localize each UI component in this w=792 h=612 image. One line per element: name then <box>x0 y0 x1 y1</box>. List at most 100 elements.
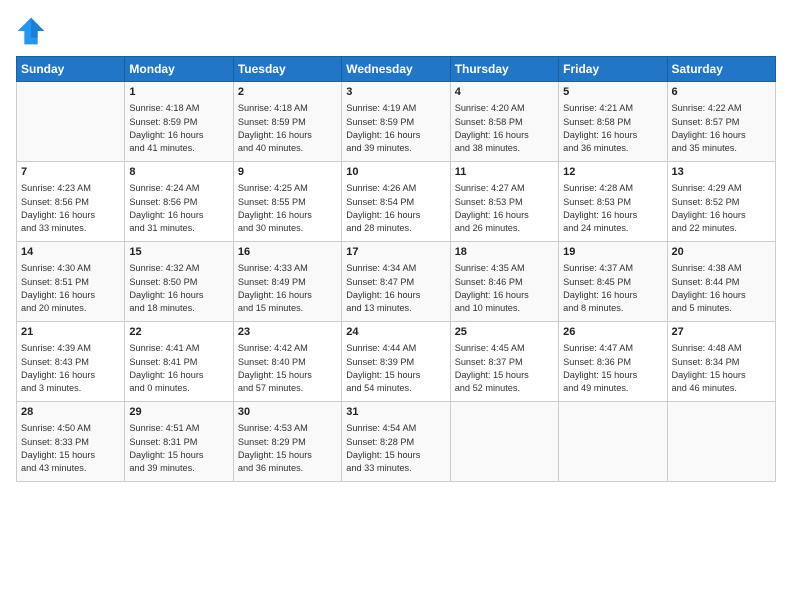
day-info: Sunrise: 4:27 AM Sunset: 8:53 PM Dayligh… <box>455 182 554 235</box>
day-cell: 6 Sunrise: 4:22 AM Sunset: 8:57 PM Daylig… <box>667 82 775 162</box>
day-number: 2 <box>238 85 337 100</box>
day-number: 14 <box>21 245 120 260</box>
day-header-saturday: Saturday <box>667 57 775 82</box>
day-cell: 11 Sunrise: 4:27 AM Sunset: 8:53 PM Dayli… <box>450 162 558 242</box>
day-cell: 13 Sunrise: 4:29 AM Sunset: 8:52 PM Dayli… <box>667 162 775 242</box>
week-row-5: 28 Sunrise: 4:50 AM Sunset: 8:33 PM Dayli… <box>17 402 776 482</box>
day-info: Sunrise: 4:38 AM Sunset: 8:44 PM Dayligh… <box>672 262 771 315</box>
day-cell: 20 Sunrise: 4:38 AM Sunset: 8:44 PM Dayli… <box>667 242 775 322</box>
day-cell: 16 Sunrise: 4:33 AM Sunset: 8:49 PM Dayli… <box>233 242 341 322</box>
header <box>16 16 776 46</box>
day-header-sunday: Sunday <box>17 57 125 82</box>
day-number: 31 <box>346 405 445 420</box>
day-number: 21 <box>21 325 120 340</box>
day-cell: 31 Sunrise: 4:54 AM Sunset: 8:28 PM Dayli… <box>342 402 450 482</box>
calendar-body: 1 Sunrise: 4:18 AM Sunset: 8:59 PM Daylig… <box>17 82 776 482</box>
day-number: 11 <box>455 165 554 180</box>
day-info: Sunrise: 4:32 AM Sunset: 8:50 PM Dayligh… <box>129 262 228 315</box>
day-info: Sunrise: 4:45 AM Sunset: 8:37 PM Dayligh… <box>455 342 554 395</box>
day-info: Sunrise: 4:33 AM Sunset: 8:49 PM Dayligh… <box>238 262 337 315</box>
day-info: Sunrise: 4:41 AM Sunset: 8:41 PM Dayligh… <box>129 342 228 395</box>
day-cell: 18 Sunrise: 4:35 AM Sunset: 8:46 PM Dayli… <box>450 242 558 322</box>
day-info: Sunrise: 4:23 AM Sunset: 8:56 PM Dayligh… <box>21 182 120 235</box>
day-cell: 5 Sunrise: 4:21 AM Sunset: 8:58 PM Daylig… <box>559 82 667 162</box>
day-number: 5 <box>563 85 662 100</box>
day-info: Sunrise: 4:30 AM Sunset: 8:51 PM Dayligh… <box>21 262 120 315</box>
day-cell: 23Sunrise: 4:42 AM Sunset: 8:40 PM Dayli… <box>233 322 341 402</box>
day-info: Sunrise: 4:21 AM Sunset: 8:58 PM Dayligh… <box>563 102 662 155</box>
day-info: Sunrise: 4:22 AM Sunset: 8:57 PM Dayligh… <box>672 102 771 155</box>
logo <box>16 16 50 46</box>
day-info: Sunrise: 4:51 AM Sunset: 8:31 PM Dayligh… <box>129 422 228 475</box>
day-info: Sunrise: 4:19 AM Sunset: 8:59 PM Dayligh… <box>346 102 445 155</box>
day-number: 8 <box>129 165 228 180</box>
day-cell: 17Sunrise: 4:34 AM Sunset: 8:47 PM Dayli… <box>342 242 450 322</box>
day-number: 16 <box>238 245 337 260</box>
calendar-table: SundayMondayTuesdayWednesdayThursdayFrid… <box>16 56 776 482</box>
day-number: 28 <box>21 405 120 420</box>
day-number: 7 <box>21 165 120 180</box>
day-info: Sunrise: 4:37 AM Sunset: 8:45 PM Dayligh… <box>563 262 662 315</box>
day-cell: 2 Sunrise: 4:18 AM Sunset: 8:59 PM Daylig… <box>233 82 341 162</box>
day-number: 27 <box>672 325 771 340</box>
day-number: 4 <box>455 85 554 100</box>
day-info: Sunrise: 4:20 AM Sunset: 8:58 PM Dayligh… <box>455 102 554 155</box>
day-number: 13 <box>672 165 771 180</box>
day-info: Sunrise: 4:25 AM Sunset: 8:55 PM Dayligh… <box>238 182 337 235</box>
day-info: Sunrise: 4:54 AM Sunset: 8:28 PM Dayligh… <box>346 422 445 475</box>
day-info: Sunrise: 4:18 AM Sunset: 8:59 PM Dayligh… <box>129 102 228 155</box>
day-info: Sunrise: 4:29 AM Sunset: 8:52 PM Dayligh… <box>672 182 771 235</box>
day-info: Sunrise: 4:44 AM Sunset: 8:39 PM Dayligh… <box>346 342 445 395</box>
day-info: Sunrise: 4:48 AM Sunset: 8:34 PM Dayligh… <box>672 342 771 395</box>
week-row-1: 1 Sunrise: 4:18 AM Sunset: 8:59 PM Daylig… <box>17 82 776 162</box>
day-info: Sunrise: 4:50 AM Sunset: 8:33 PM Dayligh… <box>21 422 120 475</box>
day-number: 9 <box>238 165 337 180</box>
day-info: Sunrise: 4:53 AM Sunset: 8:29 PM Dayligh… <box>238 422 337 475</box>
day-number: 20 <box>672 245 771 260</box>
day-info: Sunrise: 4:39 AM Sunset: 8:43 PM Dayligh… <box>21 342 120 395</box>
day-cell: 10Sunrise: 4:26 AM Sunset: 8:54 PM Dayli… <box>342 162 450 242</box>
day-cell <box>667 402 775 482</box>
day-cell: 24Sunrise: 4:44 AM Sunset: 8:39 PM Dayli… <box>342 322 450 402</box>
day-info: Sunrise: 4:47 AM Sunset: 8:36 PM Dayligh… <box>563 342 662 395</box>
week-row-4: 21 Sunrise: 4:39 AM Sunset: 8:43 PM Dayli… <box>17 322 776 402</box>
day-number: 10 <box>346 165 445 180</box>
day-info: Sunrise: 4:35 AM Sunset: 8:46 PM Dayligh… <box>455 262 554 315</box>
day-cell: 7 Sunrise: 4:23 AM Sunset: 8:56 PM Daylig… <box>17 162 125 242</box>
day-number: 30 <box>238 405 337 420</box>
day-number: 29 <box>129 405 228 420</box>
day-number: 15 <box>129 245 228 260</box>
day-header-thursday: Thursday <box>450 57 558 82</box>
day-number: 1 <box>129 85 228 100</box>
day-cell <box>450 402 558 482</box>
day-header-tuesday: Tuesday <box>233 57 341 82</box>
day-number: 23 <box>238 325 337 340</box>
day-number: 17 <box>346 245 445 260</box>
day-number: 22 <box>129 325 228 340</box>
day-number: 12 <box>563 165 662 180</box>
day-cell: 30 Sunrise: 4:53 AM Sunset: 8:29 PM Dayli… <box>233 402 341 482</box>
day-cell: 9 Sunrise: 4:25 AM Sunset: 8:55 PM Daylig… <box>233 162 341 242</box>
day-cell: 25Sunrise: 4:45 AM Sunset: 8:37 PM Dayli… <box>450 322 558 402</box>
day-cell: 21 Sunrise: 4:39 AM Sunset: 8:43 PM Dayli… <box>17 322 125 402</box>
day-cell <box>559 402 667 482</box>
day-number: 18 <box>455 245 554 260</box>
day-header-monday: Monday <box>125 57 233 82</box>
day-cell: 1 Sunrise: 4:18 AM Sunset: 8:59 PM Daylig… <box>125 82 233 162</box>
week-row-2: 7 Sunrise: 4:23 AM Sunset: 8:56 PM Daylig… <box>17 162 776 242</box>
day-cell: 8 Sunrise: 4:24 AM Sunset: 8:56 PM Daylig… <box>125 162 233 242</box>
day-cell: 14 Sunrise: 4:30 AM Sunset: 8:51 PM Dayli… <box>17 242 125 322</box>
day-cell: 28 Sunrise: 4:50 AM Sunset: 8:33 PM Dayli… <box>17 402 125 482</box>
day-number: 19 <box>563 245 662 260</box>
day-cell: 3 Sunrise: 4:19 AM Sunset: 8:59 PM Daylig… <box>342 82 450 162</box>
day-info: Sunrise: 4:18 AM Sunset: 8:59 PM Dayligh… <box>238 102 337 155</box>
day-cell: 26Sunrise: 4:47 AM Sunset: 8:36 PM Dayli… <box>559 322 667 402</box>
day-info: Sunrise: 4:24 AM Sunset: 8:56 PM Dayligh… <box>129 182 228 235</box>
day-number: 6 <box>672 85 771 100</box>
week-row-3: 14 Sunrise: 4:30 AM Sunset: 8:51 PM Dayli… <box>17 242 776 322</box>
main-container: SundayMondayTuesdayWednesdayThursdayFrid… <box>0 0 792 492</box>
day-cell <box>17 82 125 162</box>
day-cell: 19 Sunrise: 4:37 AM Sunset: 8:45 PM Dayli… <box>559 242 667 322</box>
day-number: 3 <box>346 85 445 100</box>
calendar-header-row: SundayMondayTuesdayWednesdayThursdayFrid… <box>17 57 776 82</box>
